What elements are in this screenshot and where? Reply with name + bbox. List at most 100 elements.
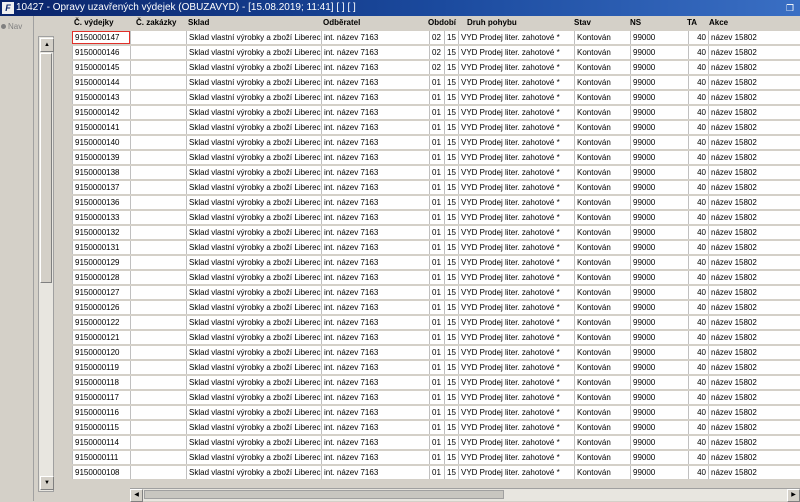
table-row[interactable]: 9150000126 Sklad vlastní výrobky a zboží … xyxy=(72,301,800,316)
cell-ta[interactable]: 40 xyxy=(688,421,708,434)
cell-vydejka[interactable]: 9150000132 xyxy=(72,226,130,239)
cell-akce[interactable]: název 15802 xyxy=(708,106,800,119)
cell-odberatel[interactable]: int. název 7163 xyxy=(321,316,429,329)
cell-ta[interactable]: 40 xyxy=(688,271,708,284)
cell-ta[interactable]: 40 xyxy=(688,46,708,59)
cell-zakazka[interactable] xyxy=(130,301,186,314)
cell-ns[interactable]: 99000 xyxy=(630,121,688,134)
cell-sklad[interactable]: Sklad vlastní výrobky a zboží Liberec xyxy=(186,91,321,104)
cell-sklad[interactable]: Sklad vlastní výrobky a zboží Liberec xyxy=(186,361,321,374)
cell-obdobi-1[interactable]: 01 xyxy=(429,346,444,359)
cell-ns[interactable]: 99000 xyxy=(630,346,688,359)
cell-zakazka[interactable] xyxy=(130,91,186,104)
cell-vydejka[interactable]: 9150000129 xyxy=(72,256,130,269)
cell-sklad[interactable]: Sklad vlastní výrobky a zboží Liberec xyxy=(186,436,321,449)
cell-obdobi-1[interactable]: 01 xyxy=(429,166,444,179)
cell-sklad[interactable]: Sklad vlastní výrobky a zboží Liberec xyxy=(186,346,321,359)
cell-zakazka[interactable] xyxy=(130,316,186,329)
scroll-left-icon[interactable]: ◀ xyxy=(130,489,143,502)
cell-obdobi-1[interactable]: 01 xyxy=(429,256,444,269)
cell-druh-pohybu[interactable]: VYD Prodej liter. zahotové * xyxy=(458,181,574,194)
cell-druh-pohybu[interactable]: VYD Prodej liter. zahotové * xyxy=(458,391,574,404)
cell-sklad[interactable]: Sklad vlastní výrobky a zboží Liberec xyxy=(186,241,321,254)
cell-druh-pohybu[interactable]: VYD Prodej liter. zahotové * xyxy=(458,286,574,299)
cell-ta[interactable]: 40 xyxy=(688,331,708,344)
table-row[interactable]: 9150000146 Sklad vlastní výrobky a zboží … xyxy=(72,46,800,61)
cell-obdobi-2[interactable]: 15 xyxy=(444,211,458,224)
cell-obdobi-1[interactable]: 01 xyxy=(429,91,444,104)
cell-ns[interactable]: 99000 xyxy=(630,436,688,449)
table-row[interactable]: 9150000133 Sklad vlastní výrobky a zboží … xyxy=(72,211,800,226)
cell-vydejka[interactable]: 9150000128 xyxy=(72,271,130,284)
cell-ta[interactable]: 40 xyxy=(688,61,708,74)
cell-sklad[interactable]: Sklad vlastní výrobky a zboží Liberec xyxy=(186,406,321,419)
cell-ns[interactable]: 99000 xyxy=(630,376,688,389)
cell-obdobi-1[interactable]: 01 xyxy=(429,241,444,254)
cell-stav[interactable]: Kontován xyxy=(574,211,630,224)
cell-stav[interactable]: Kontován xyxy=(574,301,630,314)
cell-vydejka[interactable]: 9150000140 xyxy=(72,136,130,149)
cell-zakazka[interactable] xyxy=(130,391,186,404)
cell-sklad[interactable]: Sklad vlastní výrobky a zboží Liberec xyxy=(186,31,321,44)
cell-druh-pohybu[interactable]: VYD Prodej liter. zahotové * xyxy=(458,121,574,134)
cell-odberatel[interactable]: int. název 7163 xyxy=(321,226,429,239)
cell-druh-pohybu[interactable]: VYD Prodej liter. zahotové * xyxy=(458,346,574,359)
cell-akce[interactable]: název 15802 xyxy=(708,271,800,284)
cell-zakazka[interactable] xyxy=(130,151,186,164)
cell-odberatel[interactable]: int. název 7163 xyxy=(321,76,429,89)
cell-stav[interactable]: Kontován xyxy=(574,91,630,104)
cell-sklad[interactable]: Sklad vlastní výrobky a zboží Liberec xyxy=(186,391,321,404)
table-row[interactable]: 9150000145 Sklad vlastní výrobky a zboží … xyxy=(72,61,800,76)
cell-obdobi-1[interactable]: 01 xyxy=(429,301,444,314)
cell-obdobi-1[interactable]: 01 xyxy=(429,436,444,449)
cell-ns[interactable]: 99000 xyxy=(630,136,688,149)
cell-sklad[interactable]: Sklad vlastní výrobky a zboží Liberec xyxy=(186,421,321,434)
table-row[interactable]: 9150000117 Sklad vlastní výrobky a zboží … xyxy=(72,391,800,406)
cell-vydejka[interactable]: 9150000138 xyxy=(72,166,130,179)
cell-akce[interactable]: název 15802 xyxy=(708,346,800,359)
cell-zakazka[interactable] xyxy=(130,451,186,464)
cell-odberatel[interactable]: int. název 7163 xyxy=(321,346,429,359)
cell-akce[interactable]: název 15802 xyxy=(708,241,800,254)
cell-obdobi-1[interactable]: 01 xyxy=(429,361,444,374)
cell-vydejka[interactable]: 9150000126 xyxy=(72,301,130,314)
cell-akce[interactable]: název 15802 xyxy=(708,316,800,329)
cell-sklad[interactable]: Sklad vlastní výrobky a zboží Liberec xyxy=(186,196,321,209)
cell-obdobi-1[interactable]: 01 xyxy=(429,376,444,389)
cell-ns[interactable]: 99000 xyxy=(630,91,688,104)
cell-odberatel[interactable]: int. název 7163 xyxy=(321,256,429,269)
cell-obdobi-2[interactable]: 15 xyxy=(444,166,458,179)
cell-ns[interactable]: 99000 xyxy=(630,181,688,194)
cell-obdobi-2[interactable]: 15 xyxy=(444,151,458,164)
scroll-down-icon[interactable]: ▼ xyxy=(40,476,54,490)
cell-obdobi-1[interactable]: 01 xyxy=(429,211,444,224)
cell-ta[interactable]: 40 xyxy=(688,301,708,314)
table-row[interactable]: 9150000122 Sklad vlastní výrobky a zboží … xyxy=(72,316,800,331)
cell-zakazka[interactable] xyxy=(130,166,186,179)
cell-obdobi-1[interactable]: 02 xyxy=(429,46,444,59)
column-header-odberatel[interactable]: Odběratel xyxy=(323,16,360,30)
table-row[interactable]: 9150000128 Sklad vlastní výrobky a zboží … xyxy=(72,271,800,286)
cell-ns[interactable]: 99000 xyxy=(630,61,688,74)
cell-obdobi-2[interactable]: 15 xyxy=(444,316,458,329)
cell-odberatel[interactable]: int. název 7163 xyxy=(321,196,429,209)
cell-ta[interactable]: 40 xyxy=(688,361,708,374)
cell-odberatel[interactable]: int. název 7163 xyxy=(321,286,429,299)
cell-obdobi-2[interactable]: 15 xyxy=(444,361,458,374)
scroll-thumb[interactable] xyxy=(40,53,52,283)
cell-sklad[interactable]: Sklad vlastní výrobky a zboží Liberec xyxy=(186,181,321,194)
cell-sklad[interactable]: Sklad vlastní výrobky a zboží Liberec xyxy=(186,376,321,389)
cell-druh-pohybu[interactable]: VYD Prodej liter. zahotové * xyxy=(458,271,574,284)
cell-vydejka[interactable]: 9150000118 xyxy=(72,376,130,389)
cell-ns[interactable]: 99000 xyxy=(630,466,688,479)
cell-obdobi-2[interactable]: 15 xyxy=(444,391,458,404)
cell-akce[interactable]: název 15802 xyxy=(708,136,800,149)
table-row[interactable]: 9150000144 Sklad vlastní výrobky a zboží … xyxy=(72,76,800,91)
cell-akce[interactable]: název 15802 xyxy=(708,436,800,449)
cell-stav[interactable]: Kontován xyxy=(574,121,630,134)
cell-zakazka[interactable] xyxy=(130,121,186,134)
cell-zakazka[interactable] xyxy=(130,346,186,359)
cell-ns[interactable]: 99000 xyxy=(630,106,688,119)
cell-obdobi-2[interactable]: 15 xyxy=(444,121,458,134)
table-row[interactable]: 9150000137 Sklad vlastní výrobky a zboží … xyxy=(72,181,800,196)
